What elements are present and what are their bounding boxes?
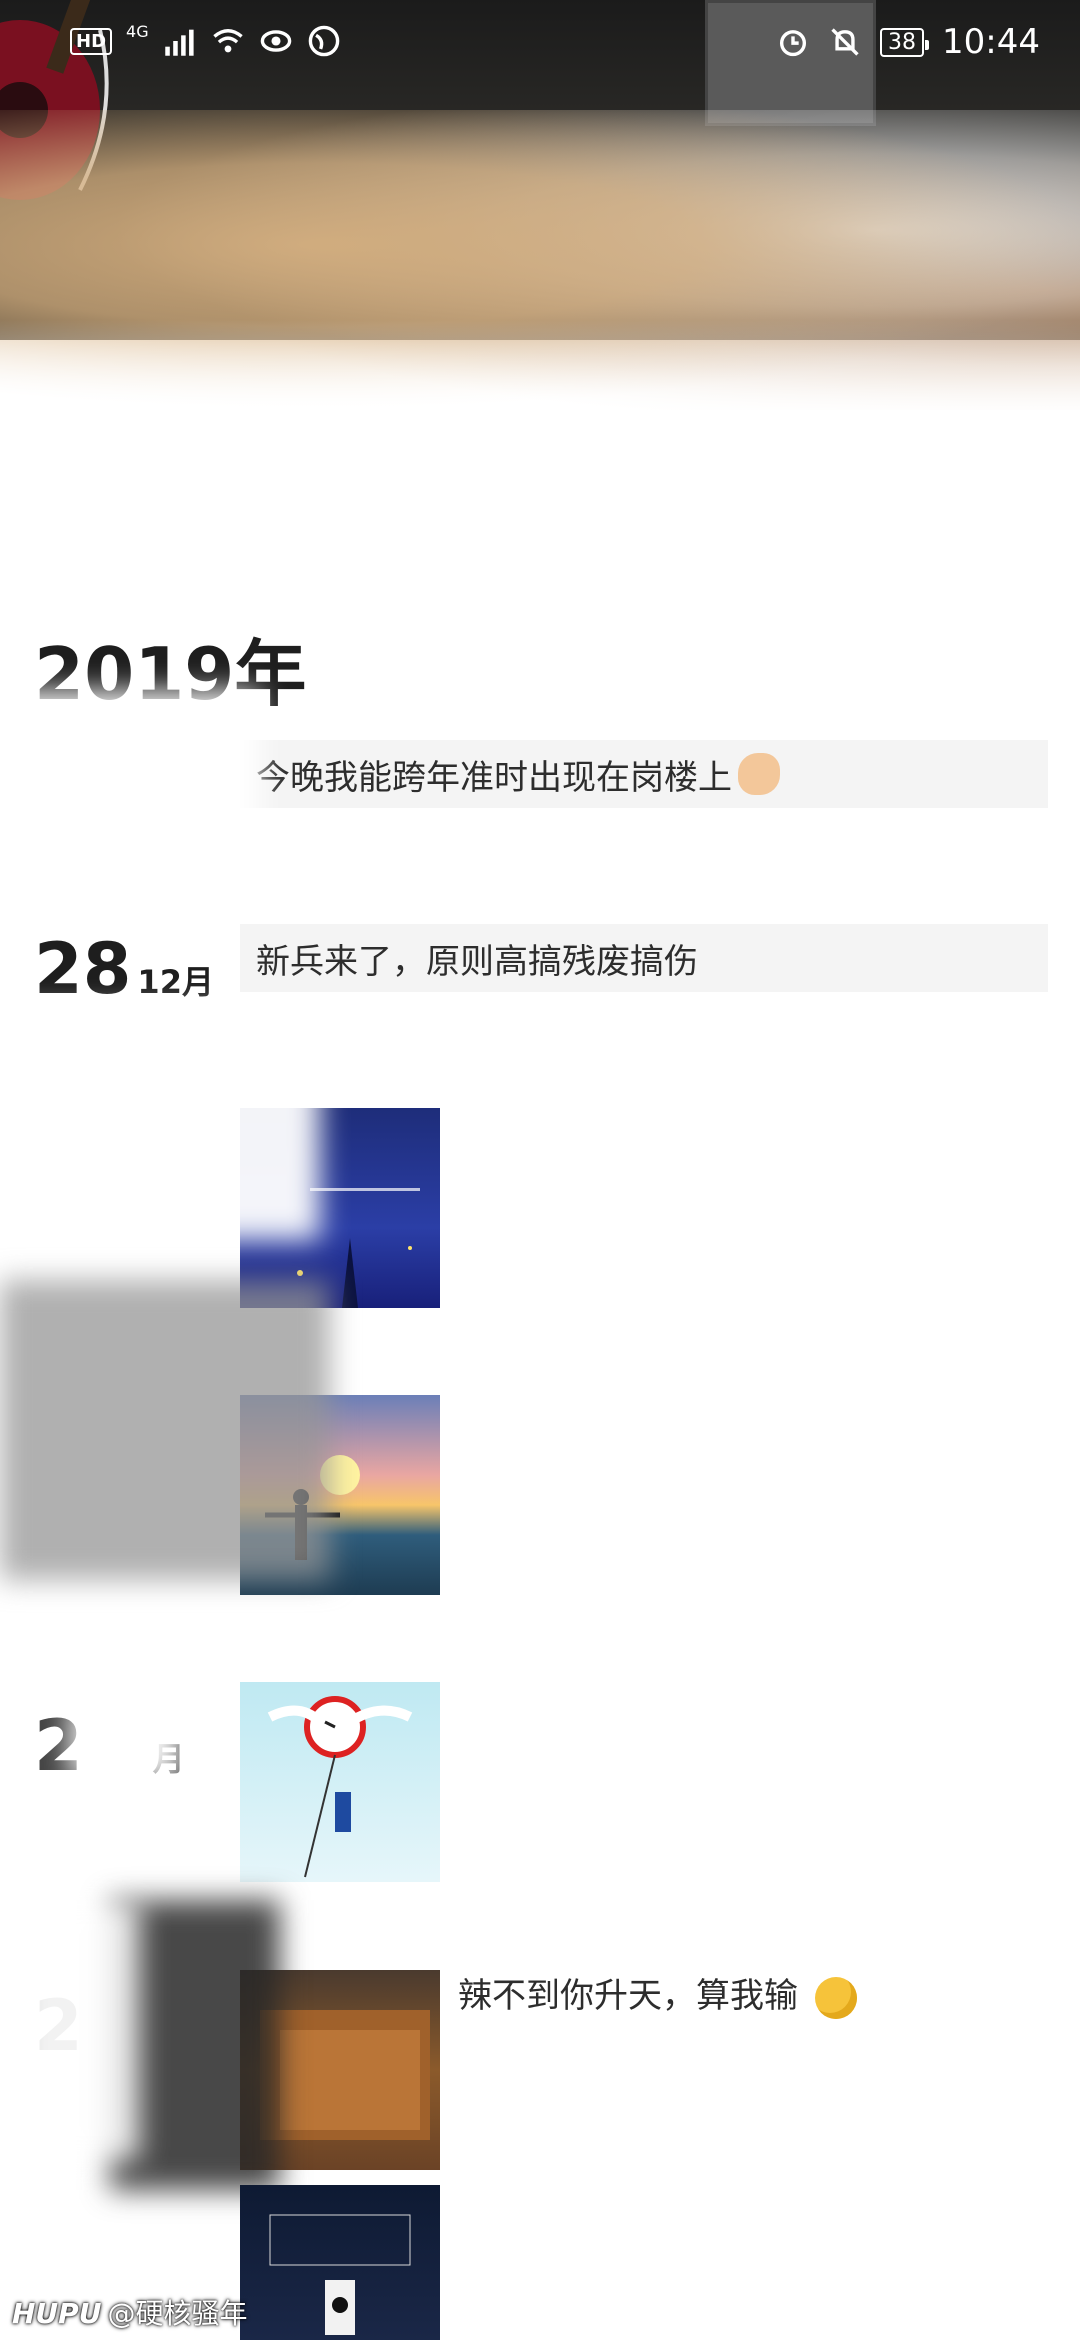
post-text: 新兵来了，原则高搞残废搞伤 [256,941,698,982]
cover-fade [0,320,1080,500]
night-poster-image [269,2214,411,2335]
clock-time: 10:44 [942,22,1040,62]
signal-icon [164,29,194,56]
thinking-face-icon [814,1976,857,2019]
eye-comfort-icon [260,30,291,52]
redaction-smudge [0,1280,330,1580]
globe-icon [308,25,339,57]
alarm-icon [779,30,807,57]
watermark-logo: HUPU [12,2297,102,2330]
network-type: 4G [126,21,149,41]
post-text: 今晚我能跨年准时出现在岗楼上 [256,757,732,798]
post-text[interactable]: 辣不到你升天，算我输 [458,1968,857,2019]
redaction-smudge [70,1700,180,1780]
watermark-user: @硬核骚年 [107,2297,248,2330]
redaction-smudge [20,1900,140,2160]
status-bar: HD 4G 38 10:44 [0,0,1080,88]
mute-bell-icon [831,28,859,56]
wifi-icon [212,29,243,53]
post-caption: 辣不到你升天，算我输 [458,1976,798,2016]
clock-balloon-image [267,1696,413,1878]
hd-badge: HD [70,27,113,55]
post-image[interactable] [240,2185,440,2340]
post-image[interactable] [240,1682,440,1882]
date-label: 28 12月 [34,928,214,1010]
redaction-smudge [0,690,260,880]
watermark: HUPU @硬核骚年 [12,2292,247,2332]
month-label: 12月 [137,963,214,1001]
timeline-post-text[interactable]: 今晚我能跨年准时出现在岗楼上 [240,740,1048,808]
redaction-smudge [0,1010,320,1240]
flexed-biceps-icon [738,753,780,795]
timeline-post-text[interactable]: 新兵来了，原则高搞残废搞伤 [240,924,1048,992]
battery-indicator: 38 [880,27,930,57]
day-number: 28 [34,928,132,1010]
